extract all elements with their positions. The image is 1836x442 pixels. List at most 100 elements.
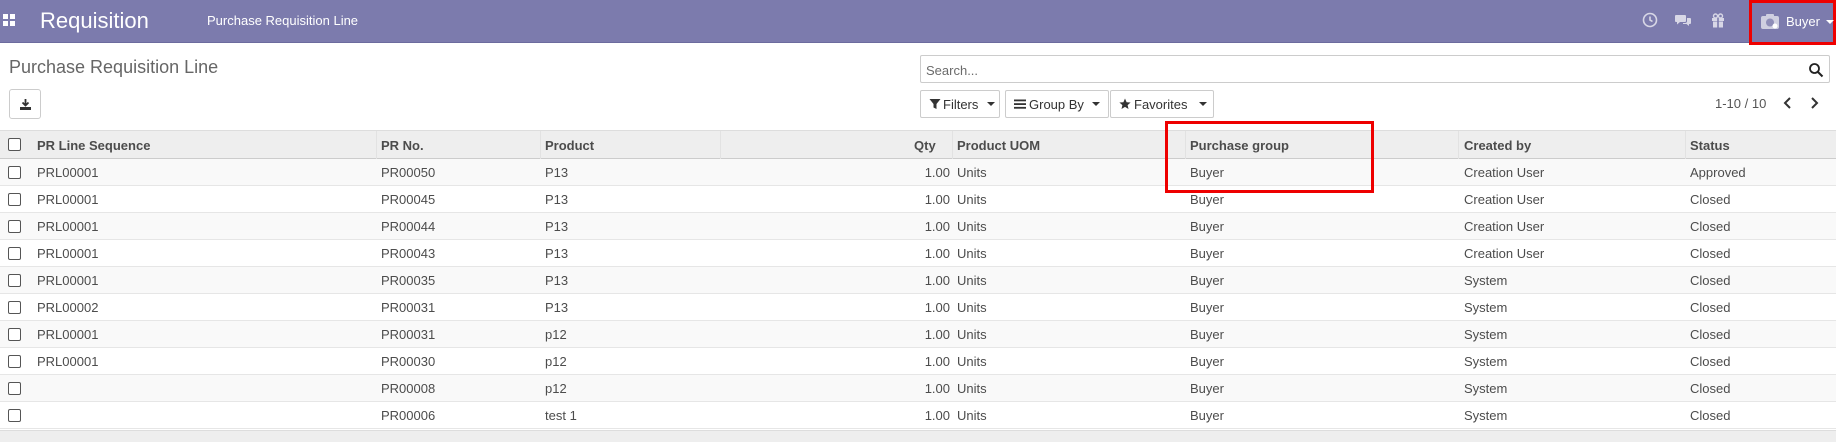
header-created-by[interactable]: Created by <box>1464 138 1531 153</box>
table-row[interactable]: PRL00002 PR00031 P13 1.00 Units Buyer System Cl… <box>0 294 1836 321</box>
cell-product: P13 <box>545 219 569 234</box>
row-checkbox[interactable] <box>8 328 21 341</box>
cell-created-by: System <box>1464 300 1508 315</box>
cell-product-uom: Units <box>957 408 987 423</box>
cell-product-uom: Units <box>957 300 987 315</box>
row-checkbox[interactable] <box>8 274 21 287</box>
row-checkbox[interactable] <box>8 247 21 260</box>
cell-product: p12 <box>545 354 567 369</box>
row-checkbox[interactable] <box>8 301 21 314</box>
cell-pr-line-sequence: PRL00001 <box>37 246 99 261</box>
table-row[interactable]: PRL00001 PR00031 p12 1.00 Units Buyer System Cl… <box>0 321 1836 348</box>
cell-status: Closed <box>1690 327 1731 342</box>
header-product-uom[interactable]: Product UOM <box>957 138 1040 153</box>
chevron-down-icon <box>1092 102 1100 106</box>
select-all-checkbox[interactable] <box>8 138 21 151</box>
cell-created-by: System <box>1464 408 1508 423</box>
cell-product: p12 <box>545 327 567 342</box>
cell-pr-line-sequence: PRL00001 <box>37 273 99 288</box>
row-checkbox[interactable] <box>8 382 21 395</box>
group-by-label: Group By <box>1029 97 1084 112</box>
group-by-button[interactable]: Group By <box>1005 90 1109 118</box>
cell-qty: 1.00 <box>924 327 950 342</box>
row-checkbox[interactable] <box>8 166 21 179</box>
cell-created-by: System <box>1464 354 1508 369</box>
cell-purchase-group: Buyer <box>1190 327 1224 342</box>
user-avatar-icon <box>1761 14 1779 29</box>
pager-value[interactable]: 1-10 / 10 <box>1715 96 1766 111</box>
star-icon <box>1119 98 1131 109</box>
gift-icon[interactable] <box>1709 11 1727 29</box>
chevron-down-icon <box>1826 20 1834 24</box>
cell-product: P13 <box>545 273 569 288</box>
filters-label: Filters <box>943 97 979 112</box>
row-checkbox[interactable] <box>8 220 21 233</box>
pager-next-icon[interactable] <box>1806 94 1822 112</box>
filters-button[interactable]: Filters <box>920 90 1000 118</box>
cell-pr-no: PR00030 <box>381 354 436 369</box>
header-status[interactable]: Status <box>1690 138 1730 153</box>
app-title[interactable]: Requisition <box>40 8 149 34</box>
table-row[interactable]: PR00008 p12 1.00 Units Buyer System Closed <box>0 375 1836 402</box>
cell-pr-no: PR00006 <box>381 408 436 423</box>
cell-pr-no: PR00050 <box>381 165 436 180</box>
cell-created-by: System <box>1464 327 1508 342</box>
chevron-down-icon <box>987 102 995 106</box>
table-row[interactable]: PRL00001 PR00030 p12 1.00 Units Buyer System Cl… <box>0 348 1836 375</box>
cell-product-uom: Units <box>957 354 987 369</box>
cell-qty: 1.00 <box>924 192 950 207</box>
table-header: PR Line Sequence PR No. Product Qty Prod… <box>0 130 1836 159</box>
cell-pr-line-sequence: PRL00002 <box>37 300 99 315</box>
cell-status: Closed <box>1690 300 1731 315</box>
cell-status: Closed <box>1690 246 1731 261</box>
cell-product: P13 <box>545 192 569 207</box>
cell-purchase-group: Buyer <box>1190 300 1224 315</box>
table-row[interactable]: PR00006 test 1 1.00 Units Buyer System Closed <box>0 402 1836 429</box>
cell-purchase-group: Buyer <box>1190 192 1224 207</box>
favorites-button[interactable]: Favorites <box>1110 90 1214 118</box>
cell-qty: 1.00 <box>924 219 950 234</box>
cell-product: P13 <box>545 246 569 261</box>
cell-product-uom: Units <box>957 192 987 207</box>
cell-status: Closed <box>1690 381 1731 396</box>
row-checkbox[interactable] <box>8 193 21 206</box>
row-checkbox[interactable] <box>8 409 21 422</box>
search-icon[interactable] <box>1808 62 1824 78</box>
download-icon <box>20 99 31 110</box>
header-product[interactable]: Product <box>545 138 594 153</box>
search-input[interactable] <box>926 60 1786 80</box>
table-row[interactable]: PRL00001 PR00044 P13 1.00 Units Buyer Creation… <box>0 213 1836 240</box>
cell-qty: 1.00 <box>924 246 950 261</box>
chat-icon[interactable] <box>1674 11 1692 29</box>
apps-menu-icon[interactable] <box>3 14 15 26</box>
cell-product: p12 <box>545 381 567 396</box>
cell-purchase-group: Buyer <box>1190 381 1224 396</box>
cell-qty: 1.00 <box>924 381 950 396</box>
clock-icon[interactable] <box>1641 11 1659 29</box>
chevron-down-icon <box>1199 102 1207 106</box>
table-row[interactable]: PRL00001 PR00045 P13 1.00 Units Buyer Creation… <box>0 186 1836 213</box>
row-checkbox[interactable] <box>8 355 21 368</box>
cell-qty: 1.00 <box>924 273 950 288</box>
pager-previous-icon[interactable] <box>1780 94 1796 112</box>
cell-pr-no: PR00035 <box>381 273 436 288</box>
download-button[interactable] <box>9 89 41 119</box>
cell-product: P13 <box>545 300 569 315</box>
cell-purchase-group: Buyer <box>1190 246 1224 261</box>
header-qty[interactable]: Qty <box>914 138 936 153</box>
menu-item-purchase-requisition-line[interactable]: Purchase Requisition Line <box>207 13 358 28</box>
header-pr-no[interactable]: PR No. <box>381 138 424 153</box>
cell-product-uom: Units <box>957 246 987 261</box>
favorites-label: Favorites <box>1134 97 1188 112</box>
header-pr-line-sequence[interactable]: PR Line Sequence <box>37 138 150 153</box>
cell-qty: 1.00 <box>924 408 950 423</box>
cell-status: Closed <box>1690 192 1731 207</box>
cell-pr-no: PR00044 <box>381 219 436 234</box>
user-menu[interactable]: Buyer <box>1749 0 1836 45</box>
table-row[interactable]: PRL00001 PR00035 P13 1.00 Units Buyer System Cl… <box>0 267 1836 294</box>
cell-pr-no: PR00043 <box>381 246 436 261</box>
search-box <box>920 55 1830 83</box>
table-row[interactable]: PRL00001 PR00050 P13 1.00 Units Buyer Creation… <box>0 159 1836 186</box>
table-row[interactable]: PRL00001 PR00043 P13 1.00 Units Buyer Creation… <box>0 240 1836 267</box>
cell-qty: 1.00 <box>924 354 950 369</box>
